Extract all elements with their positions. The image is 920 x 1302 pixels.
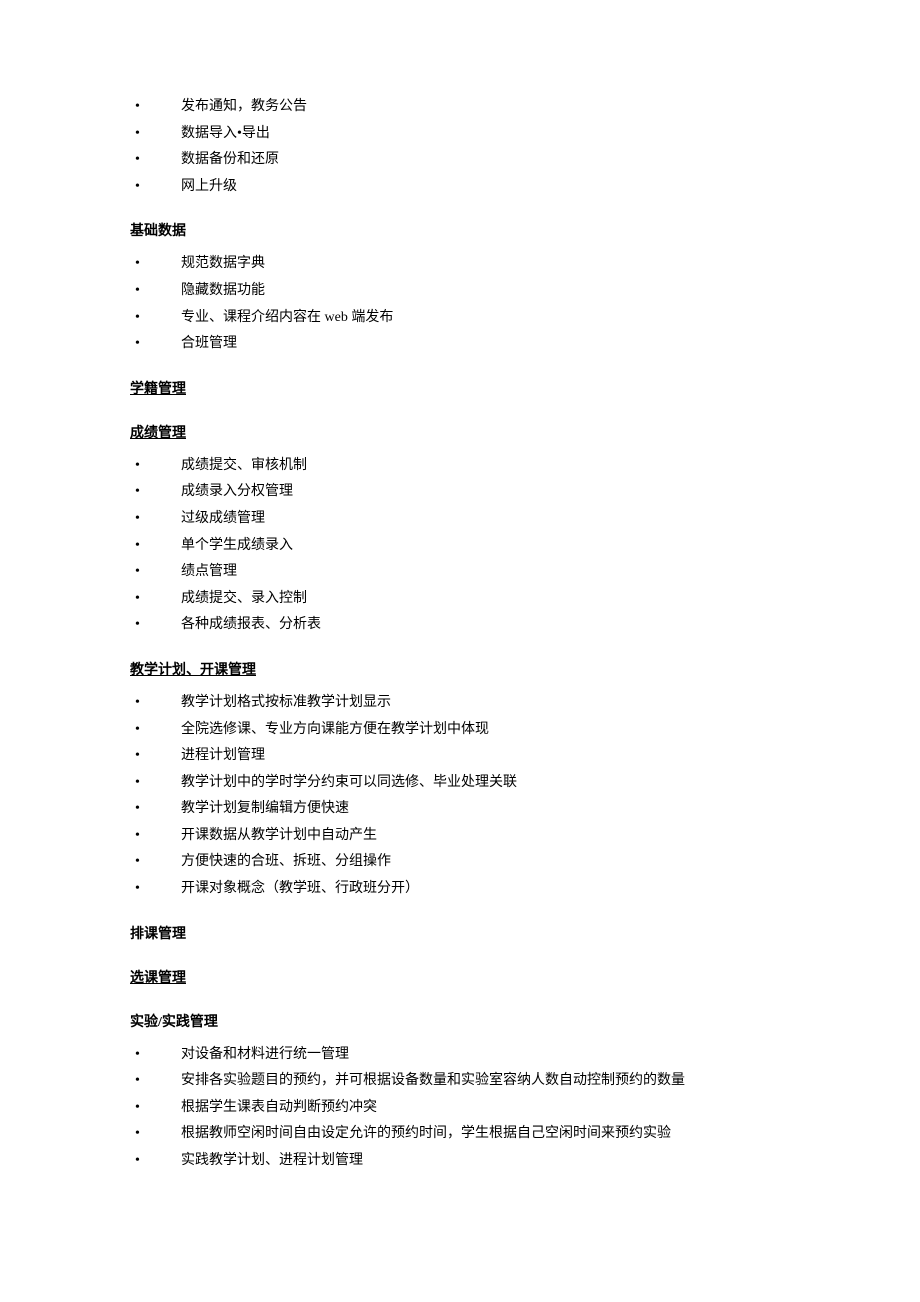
bullet-icon: •: [130, 254, 153, 274]
bullet-icon: •: [130, 509, 153, 529]
heading-student-status: 学籍管理: [130, 378, 790, 398]
list-item: •过级成绩管理: [130, 509, 790, 529]
bullet-icon: •: [130, 562, 153, 582]
bullet-icon: •: [130, 773, 153, 793]
item-text: 教学计划格式按标准教学计划显示: [153, 693, 391, 713]
item-text: 绩点管理: [153, 562, 237, 582]
bullet-icon: •: [130, 1071, 153, 1091]
list-item: •根据学生课表自动判断预约冲突: [130, 1098, 790, 1118]
list-item: •发布通知，教务公告: [130, 97, 790, 117]
item-text: 数据备份和还原: [153, 150, 279, 170]
heading-schedule: 排课管理: [130, 923, 790, 943]
item-text: 方便快速的合班、拆班、分组操作: [153, 852, 391, 872]
item-text: 安排各实验题目的预约，并可根据设备数量和实验室容纳人数自动控制预约的数量: [153, 1071, 685, 1091]
item-text: 成绩提交、录入控制: [153, 589, 307, 609]
bullet-icon: •: [130, 746, 153, 766]
list-item: •网上升级: [130, 177, 790, 197]
bullet-icon: •: [130, 482, 153, 502]
list-item: •安排各实验题目的预约，并可根据设备数量和实验室容纳人数自动控制预约的数量: [130, 1071, 790, 1091]
bullet-icon: •: [130, 1151, 153, 1171]
item-text: 过级成绩管理: [153, 509, 265, 529]
section-4-list: •教学计划格式按标准教学计划显示 •全院选修课、专业方向课能方便在教学计划中体现…: [130, 693, 790, 899]
item-text: 数据导入•导出: [153, 124, 270, 144]
document-page: •发布通知，教务公告 •数据导入•导出 •数据备份和还原 •网上升级 基础数据 …: [0, 0, 920, 1238]
list-item: •绩点管理: [130, 562, 790, 582]
list-item: •教学计划复制编辑方便快速: [130, 799, 790, 819]
section-1-list: •规范数据字典 •隐藏数据功能 •专业、课程介绍内容在 web 端发布 •合班管…: [130, 254, 790, 353]
item-text: 规范数据字典: [153, 254, 265, 274]
bullet-icon: •: [130, 177, 153, 197]
heading-experiment: 实验/实践管理: [130, 1011, 790, 1031]
bullet-icon: •: [130, 852, 153, 872]
item-text: 开课数据从教学计划中自动产生: [153, 826, 377, 846]
list-item: •各种成绩报表、分析表: [130, 615, 790, 635]
list-item: •方便快速的合班、拆班、分组操作: [130, 852, 790, 872]
list-item: •规范数据字典: [130, 254, 790, 274]
bullet-icon: •: [130, 456, 153, 476]
list-item: •全院选修课、专业方向课能方便在教学计划中体现: [130, 720, 790, 740]
item-text: 进程计划管理: [153, 746, 265, 766]
section-0-list: •发布通知，教务公告 •数据导入•导出 •数据备份和还原 •网上升级: [130, 97, 790, 196]
section-3-list: •成绩提交、审核机制 •成绩录入分权管理 •过级成绩管理 •单个学生成绩录入 •…: [130, 456, 790, 635]
list-item: •开课对象概念（教学班、行政班分开）: [130, 879, 790, 899]
bullet-icon: •: [130, 1124, 153, 1144]
heading-grades: 成绩管理: [130, 422, 790, 442]
bullet-icon: •: [130, 124, 153, 144]
list-item: •专业、课程介绍内容在 web 端发布: [130, 308, 790, 328]
bullet-icon: •: [130, 281, 153, 301]
list-item: •单个学生成绩录入: [130, 536, 790, 556]
item-text: 隐藏数据功能: [153, 281, 265, 301]
list-item: •隐藏数据功能: [130, 281, 790, 301]
list-item: •进程计划管理: [130, 746, 790, 766]
list-item: •数据备份和还原: [130, 150, 790, 170]
bullet-icon: •: [130, 879, 153, 899]
item-text: 专业、课程介绍内容在 web 端发布: [153, 308, 393, 328]
list-item: •开课数据从教学计划中自动产生: [130, 826, 790, 846]
list-item: •合班管理: [130, 334, 790, 354]
item-text: 发布通知，教务公告: [153, 97, 307, 117]
item-text: 对设备和材料进行统一管理: [153, 1045, 349, 1065]
bullet-icon: •: [130, 1045, 153, 1065]
list-item: •成绩提交、审核机制: [130, 456, 790, 476]
bullet-icon: •: [130, 589, 153, 609]
item-text: 教学计划复制编辑方便快速: [153, 799, 349, 819]
bullet-icon: •: [130, 308, 153, 328]
item-text: 实践教学计划、进程计划管理: [153, 1151, 363, 1171]
bullet-icon: •: [130, 150, 153, 170]
item-text: 根据学生课表自动判断预约冲突: [153, 1098, 377, 1118]
list-item: •教学计划中的学时学分约束可以同选修、毕业处理关联: [130, 773, 790, 793]
bullet-icon: •: [130, 97, 153, 117]
bullet-icon: •: [130, 799, 153, 819]
item-text: 全院选修课、专业方向课能方便在教学计划中体现: [153, 720, 489, 740]
bullet-icon: •: [130, 1098, 153, 1118]
bullet-icon: •: [130, 615, 153, 635]
item-text: 成绩录入分权管理: [153, 482, 293, 502]
list-item: •实践教学计划、进程计划管理: [130, 1151, 790, 1171]
heading-course-selection: 选课管理: [130, 967, 790, 987]
list-item: •数据导入•导出: [130, 124, 790, 144]
item-text: 根据教师空闲时间自由设定允许的预约时间，学生根据自己空闲时间来预约实验: [153, 1124, 671, 1144]
bullet-icon: •: [130, 693, 153, 713]
section-7-list: •对设备和材料进行统一管理 •安排各实验题目的预约，并可根据设备数量和实验室容纳…: [130, 1045, 790, 1171]
bullet-icon: •: [130, 826, 153, 846]
item-text: 单个学生成绩录入: [153, 536, 293, 556]
item-text: 开课对象概念（教学班、行政班分开）: [153, 879, 419, 899]
item-text: 成绩提交、审核机制: [153, 456, 307, 476]
bullet-icon: •: [130, 720, 153, 740]
list-item: •成绩录入分权管理: [130, 482, 790, 502]
heading-teaching-plan: 教学计划、开课管理: [130, 659, 790, 679]
bullet-icon: •: [130, 334, 153, 354]
list-item: •教学计划格式按标准教学计划显示: [130, 693, 790, 713]
item-text: 合班管理: [153, 334, 237, 354]
list-item: •对设备和材料进行统一管理: [130, 1045, 790, 1065]
heading-basic-data: 基础数据: [130, 220, 790, 240]
item-text: 教学计划中的学时学分约束可以同选修、毕业处理关联: [153, 773, 517, 793]
list-item: •根据教师空闲时间自由设定允许的预约时间，学生根据自己空闲时间来预约实验: [130, 1124, 790, 1144]
list-item: •成绩提交、录入控制: [130, 589, 790, 609]
item-text: 网上升级: [153, 177, 237, 197]
item-text: 各种成绩报表、分析表: [153, 615, 321, 635]
bullet-icon: •: [130, 536, 153, 556]
